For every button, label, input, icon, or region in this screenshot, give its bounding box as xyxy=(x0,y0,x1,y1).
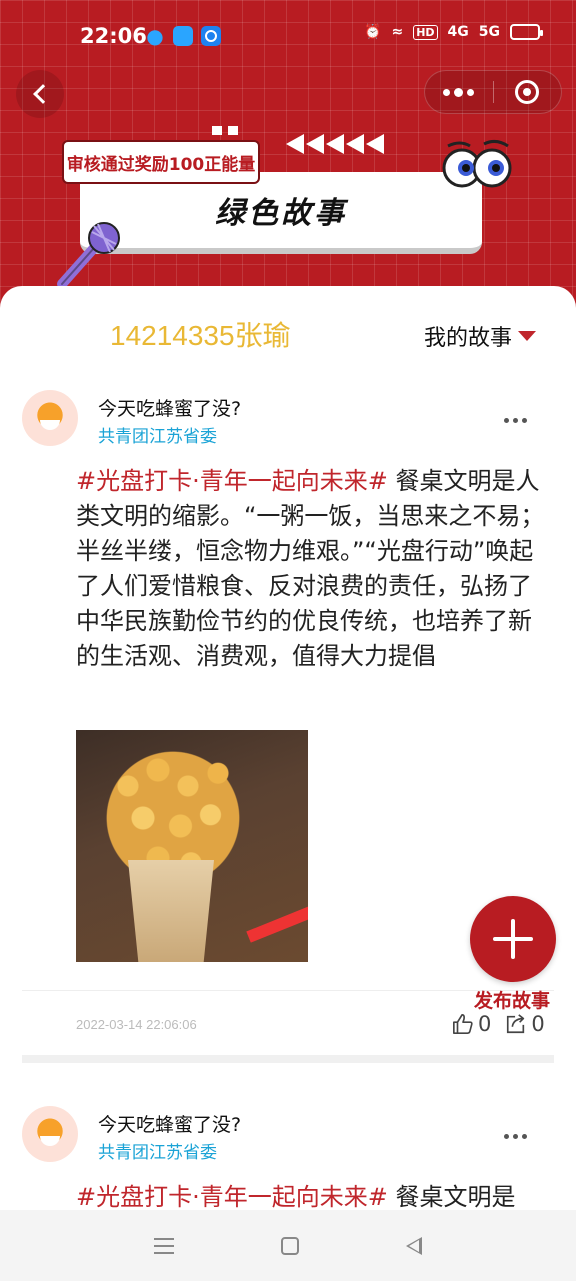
publish-story-label[interactable]: 发布故事 xyxy=(474,986,550,1013)
alarm-icon: ⏰ xyxy=(364,24,382,40)
share-button[interactable]: 0 xyxy=(505,1012,545,1036)
miniprogram-capsule xyxy=(424,70,562,114)
plus-icon xyxy=(493,919,533,959)
avatar[interactable] xyxy=(22,390,78,446)
status-bar: 22:06 ● ⏰ ≈ HD 4G 5G xyxy=(0,0,576,72)
publish-story-button[interactable] xyxy=(470,896,556,982)
qq-icon: ● xyxy=(146,24,164,48)
post-text: 餐桌文明是人类文明的缩影。“一粥一饭，当思来之不易；半丝半缕，恒念物力维艰。”“… xyxy=(76,467,545,670)
eyes-icon xyxy=(442,139,512,188)
signal-5g-icon: 5G xyxy=(478,24,500,40)
post-title: 今天吃蜂蜜了没? xyxy=(98,398,242,420)
like-button[interactable]: 0 xyxy=(452,1012,491,1036)
post-org[interactable]: 共青团江苏省委 xyxy=(98,422,217,447)
more-dots-icon[interactable] xyxy=(504,1134,527,1139)
app-icon xyxy=(201,26,221,46)
section-separator xyxy=(22,1055,554,1063)
menu-icon[interactable] xyxy=(153,1237,174,1254)
post-body: #光盘打卡·青年一起向未来# 餐桌文明是人类文明的缩影。“一粥一饭，当思来之不易… xyxy=(76,464,546,674)
wifi-icon: ≈ xyxy=(391,24,404,40)
like-count: 0 xyxy=(478,1012,492,1036)
share-icon xyxy=(507,1014,525,1034)
battery-icon xyxy=(510,24,543,40)
post-org[interactable]: 共青团江苏省委 xyxy=(98,1138,217,1163)
close-miniprogram-button[interactable] xyxy=(494,71,562,113)
telegram-icon xyxy=(173,26,193,46)
status-time: 22:06 xyxy=(80,24,147,48)
more-dots-icon[interactable] xyxy=(504,418,527,423)
dropdown-arrow-icon xyxy=(518,331,537,341)
decoration-arrows xyxy=(286,134,384,154)
post-text: 餐桌文明是 xyxy=(387,1183,516,1211)
post-image[interactable] xyxy=(76,730,308,962)
signal-4g-icon: 4G xyxy=(447,24,469,40)
post-hashtag[interactable]: #光盘打卡·青年一起向未来# xyxy=(76,1183,388,1211)
more-button[interactable] xyxy=(425,71,493,113)
status-app-icons: ● xyxy=(145,24,221,48)
banner-title-box: 绿色故事 xyxy=(80,172,482,254)
share-count: 0 xyxy=(531,1012,545,1036)
post-date: 2022-03-14 22:06:06 xyxy=(76,1017,197,1032)
avatar[interactable] xyxy=(22,1106,78,1162)
hd-icon: HD xyxy=(413,24,438,40)
post-title: 今天吃蜂蜜了没? xyxy=(98,1114,242,1136)
banner-title: 绿色故事 xyxy=(215,196,347,231)
decoration-dots xyxy=(212,126,238,135)
like-icon xyxy=(453,1014,473,1034)
my-stories-label: 我的故事 xyxy=(424,326,513,351)
user-id-name: 14214335张瑜 xyxy=(110,320,291,351)
back-nav-icon[interactable] xyxy=(406,1236,423,1255)
post-actions: 0 0 xyxy=(452,1012,545,1036)
home-icon[interactable] xyxy=(280,1236,299,1255)
system-nav-bar xyxy=(0,1210,576,1281)
status-indicators: ⏰ ≈ HD 4G 5G xyxy=(364,24,543,40)
post-hashtag[interactable]: #光盘打卡·青年一起向未来# xyxy=(76,467,388,495)
my-stories-dropdown[interactable]: 我的故事 xyxy=(424,320,537,352)
microphone-icon xyxy=(57,222,120,289)
reward-tag: 审核通过奖励100正能量 xyxy=(62,140,260,184)
target-icon xyxy=(515,80,540,104)
back-button[interactable] xyxy=(16,70,64,118)
back-icon xyxy=(33,84,53,104)
